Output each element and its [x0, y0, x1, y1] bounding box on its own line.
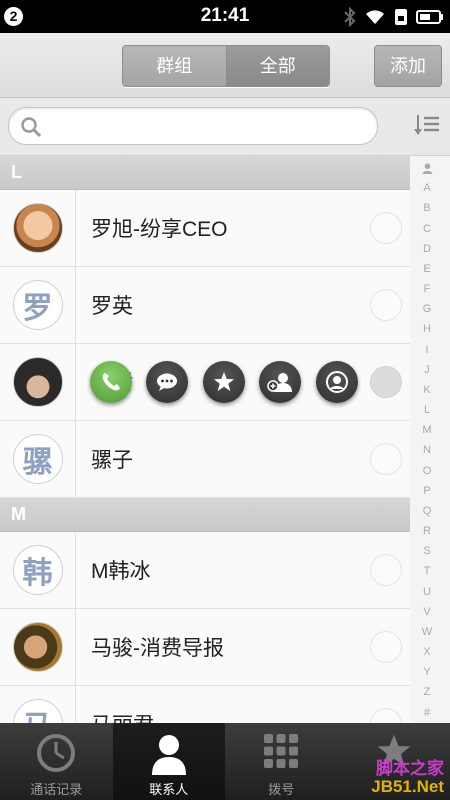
- person-index-icon[interactable]: [422, 163, 433, 174]
- add-to-contact-button[interactable]: [259, 361, 301, 403]
- alphabet-index[interactable]: A B C D E F G H I J K L M N O P Q R S T …: [416, 163, 438, 719]
- profile-button[interactable]: [316, 361, 358, 403]
- contact-name: 马丽君: [76, 709, 154, 723]
- alpha-letter[interactable]: E: [423, 263, 430, 275]
- tab-label: 联系人: [149, 782, 189, 797]
- alpha-letter[interactable]: V: [423, 606, 430, 618]
- wifi-icon: [366, 10, 384, 24]
- tab-groups[interactable]: 群组: [123, 46, 227, 86]
- watermark: 脚本之家 JB51.Net: [371, 760, 444, 796]
- alpha-letter[interactable]: N: [423, 444, 431, 456]
- select-circle[interactable]: [370, 212, 402, 244]
- avatar[interactable]: 骡: [12, 434, 63, 484]
- alpha-letter[interactable]: O: [423, 465, 432, 477]
- battery-icon: [416, 10, 443, 24]
- alpha-letter[interactable]: P: [423, 485, 430, 497]
- select-circle[interactable]: [370, 289, 402, 321]
- contact-name: 罗旭-纷享CEO: [91, 218, 228, 241]
- alpha-letter[interactable]: S: [423, 545, 430, 557]
- avatar[interactable]: [12, 357, 63, 407]
- watermark-line2: JB51.Net: [371, 777, 444, 796]
- alpha-letter[interactable]: #: [424, 707, 430, 719]
- star-icon: [214, 372, 234, 391]
- select-circle[interactable]: [370, 366, 402, 398]
- avatar[interactable]: 罗: [12, 280, 63, 330]
- contact-row[interactable]: 韩 M韩冰: [0, 532, 410, 609]
- search-icon: [21, 117, 42, 138]
- contact-row[interactable]: 马 马丽君: [0, 686, 410, 723]
- tab-label: 拨号: [268, 782, 295, 797]
- contact-list[interactable]: L 罗旭-纷享CEO 罗 罗英 …澍 骡 骡子 M 韩 M韩冰 马骏-消费导报 …: [0, 156, 410, 723]
- tab-dialpad[interactable]: 拨号: [225, 723, 338, 800]
- contact-row[interactable]: 罗 罗英: [0, 267, 410, 344]
- add-to-contact-icon: [267, 373, 292, 392]
- alpha-letter[interactable]: M: [422, 424, 431, 436]
- avatar[interactable]: [12, 622, 63, 672]
- call-button[interactable]: [90, 361, 132, 403]
- alpha-letter[interactable]: U: [423, 586, 431, 598]
- alpha-letter[interactable]: T: [424, 565, 431, 577]
- select-circle[interactable]: [370, 443, 402, 475]
- alpha-letter[interactable]: G: [423, 303, 432, 315]
- bluetooth-icon: [344, 7, 356, 27]
- tab-call-log[interactable]: 通话记录: [0, 723, 113, 800]
- alpha-letter[interactable]: C: [423, 223, 431, 235]
- sort-icon[interactable]: [414, 113, 440, 137]
- alpha-letter[interactable]: L: [424, 404, 430, 416]
- alpha-letter[interactable]: A: [423, 182, 430, 194]
- clock-icon: [37, 734, 76, 772]
- status-bar: 2 21:41: [0, 0, 450, 33]
- section-header-m: M: [0, 498, 410, 532]
- contact-row[interactable]: 罗旭-纷享CEO: [0, 190, 410, 267]
- favorite-button[interactable]: [203, 361, 245, 403]
- add-contact-button[interactable]: 添加: [374, 45, 442, 87]
- tab-all[interactable]: 全部: [226, 46, 329, 86]
- watermark-line1: 脚本之家: [376, 759, 444, 778]
- message-icon: [157, 373, 177, 391]
- alpha-letter[interactable]: Z: [424, 686, 431, 698]
- alpha-letter[interactable]: X: [423, 646, 430, 658]
- select-circle[interactable]: [370, 554, 402, 586]
- contacts-filter-segment: 群组 全部: [122, 45, 330, 87]
- search-input[interactable]: [8, 107, 378, 145]
- avatar[interactable]: [12, 203, 63, 253]
- contact-name: M韩冰: [91, 560, 151, 583]
- alpha-letter[interactable]: Y: [423, 666, 430, 678]
- alpha-letter[interactable]: K: [423, 384, 430, 396]
- profile-icon: [326, 371, 348, 393]
- contact-row[interactable]: 骡 骡子: [0, 421, 410, 498]
- alpha-letter[interactable]: D: [423, 243, 431, 255]
- message-button[interactable]: [146, 361, 188, 403]
- avatar[interactable]: 马: [12, 699, 63, 723]
- dialpad-icon: [264, 734, 299, 768]
- call-icon: [102, 373, 120, 391]
- alpha-letter[interactable]: Q: [423, 505, 432, 517]
- alpha-letter[interactable]: W: [422, 626, 432, 638]
- sim-icon: [395, 9, 407, 25]
- contact-name: 骡子: [91, 449, 133, 472]
- alpha-letter[interactable]: B: [423, 202, 430, 214]
- alpha-letter[interactable]: H: [423, 323, 431, 335]
- select-circle[interactable]: [370, 708, 402, 723]
- contact-row[interactable]: 马骏-消费导报: [0, 609, 410, 686]
- contact-name: 马骏-消费导报: [91, 637, 224, 660]
- alpha-letter[interactable]: J: [424, 364, 430, 376]
- search-bar: [0, 98, 450, 156]
- tab-contacts[interactable]: 联系人: [112, 723, 225, 800]
- section-header-l: L: [0, 156, 410, 190]
- alpha-letter[interactable]: R: [423, 525, 431, 537]
- person-icon: [151, 735, 186, 775]
- avatar[interactable]: 韩: [12, 545, 63, 595]
- tab-label: 通话记录: [30, 782, 83, 797]
- select-circle[interactable]: [370, 631, 402, 663]
- alpha-letter[interactable]: I: [425, 344, 428, 356]
- top-bar: 群组 全部 添加: [0, 33, 450, 98]
- alpha-letter[interactable]: F: [424, 283, 431, 295]
- contact-name: 罗英: [91, 295, 133, 318]
